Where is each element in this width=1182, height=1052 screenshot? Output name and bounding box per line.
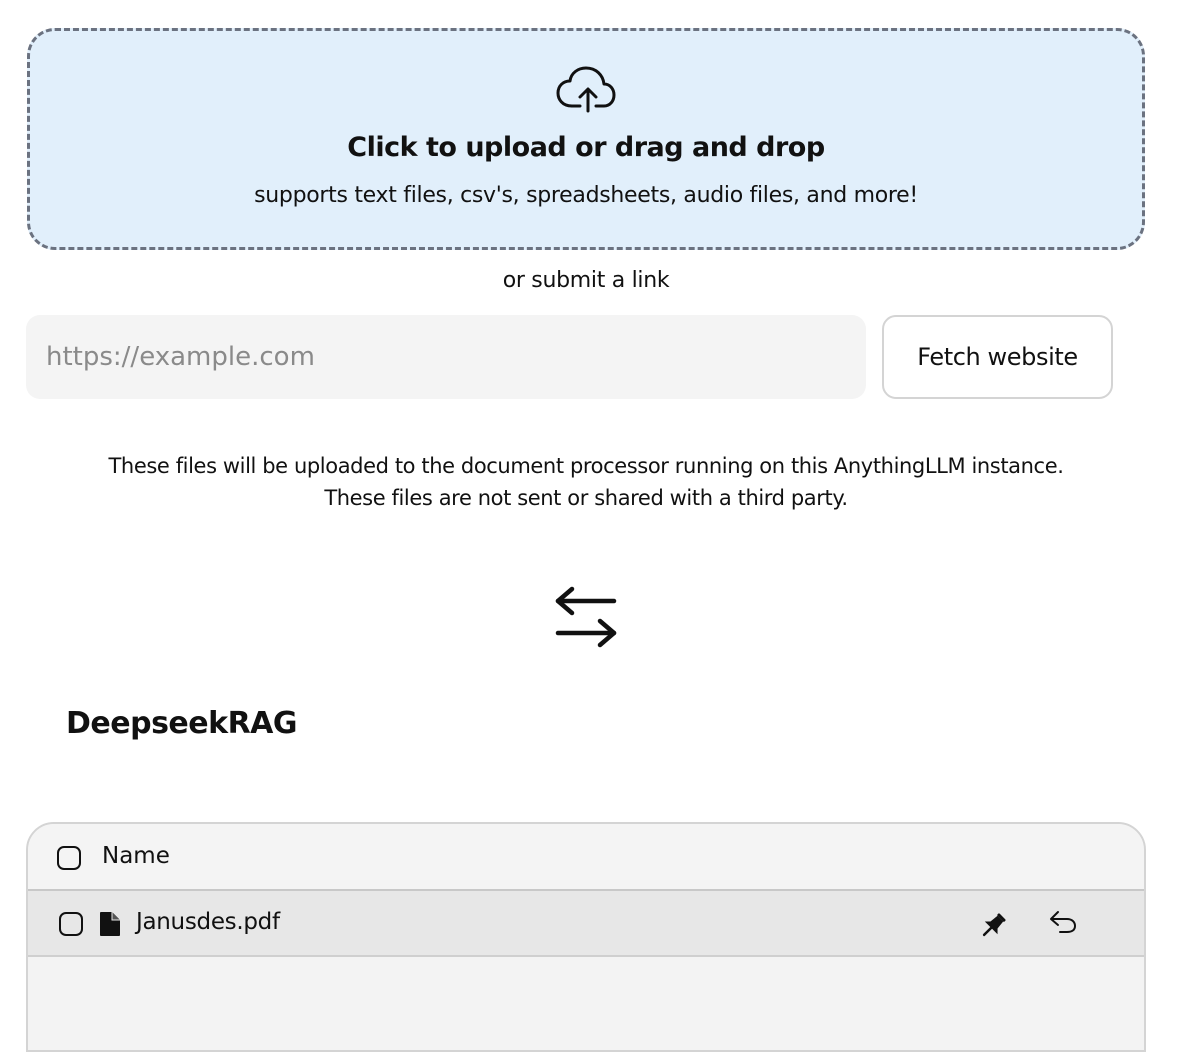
file-name: Janusdes.pdf xyxy=(136,909,280,935)
file-icon xyxy=(100,912,120,936)
cloud-upload-icon xyxy=(556,66,616,113)
select-all-checkbox[interactable] xyxy=(57,846,81,870)
workspace-title: DeepseekRAG xyxy=(66,706,298,741)
workspace-file-table: Name Janusdes.pdf xyxy=(26,822,1146,1052)
privacy-notice-line-2: These files are not sent or shared with … xyxy=(324,486,848,510)
table-header: Name xyxy=(28,824,1144,891)
pin-icon[interactable] xyxy=(979,910,1009,940)
upload-subtitle: supports text files, csv's, spreadsheets… xyxy=(254,183,918,208)
upload-title: Click to upload or drag and drop xyxy=(347,132,825,163)
column-header-name: Name xyxy=(102,843,170,869)
fetch-website-button[interactable]: Fetch website xyxy=(882,315,1113,399)
privacy-notice-line-1: These files will be uploaded to the docu… xyxy=(108,454,1064,478)
upload-dropzone[interactable]: Click to upload or drag and drop support… xyxy=(27,28,1145,250)
table-row[interactable]: Janusdes.pdf xyxy=(28,891,1144,957)
or-submit-link-label: or submit a link xyxy=(502,268,670,293)
privacy-notice: These files will be uploaded to the docu… xyxy=(0,450,1172,514)
url-input[interactable] xyxy=(26,315,866,399)
undo-icon[interactable] xyxy=(1048,909,1078,935)
row-checkbox[interactable] xyxy=(59,912,83,936)
arrows-left-right-icon[interactable] xyxy=(552,586,620,652)
